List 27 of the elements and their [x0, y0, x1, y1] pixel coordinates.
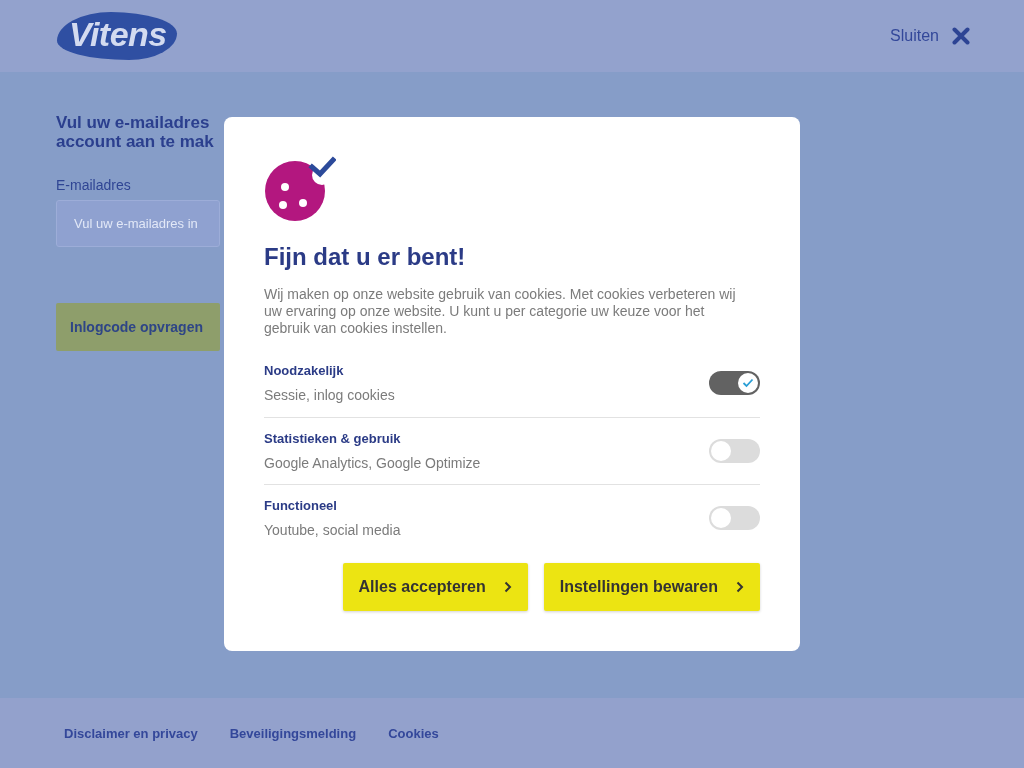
request-code-button[interactable]: Inlogcode opvragen [56, 303, 220, 351]
category-description: Google Analytics, Google Optimize [264, 454, 481, 472]
logo[interactable]: Vitens [57, 12, 177, 60]
close-icon [952, 27, 970, 45]
footer-link[interactable]: Beveiligingsmelding [229, 725, 357, 741]
footer-link[interactable]: Disclaimer en privacy [64, 725, 198, 741]
check-icon [742, 378, 754, 388]
category-title: Noodzakelijk [264, 362, 344, 379]
email-input[interactable]: Vul uw e-mailadres in [56, 200, 220, 247]
cookie-check-icon [264, 155, 336, 221]
form-heading: Vul uw e-mailadres account aan te mak [56, 113, 214, 151]
close-button[interactable]: Sluiten [890, 27, 970, 45]
category-title: Statistieken & gebruik [264, 429, 401, 447]
save-settings-button[interactable]: Instellingen bewaren [543, 563, 760, 611]
chevron-right-icon [503, 581, 512, 593]
toggle-switch[interactable] [709, 505, 760, 530]
footer-link[interactable]: Cookies [388, 725, 439, 741]
dialog-text: Wij maken op onze website gebruik van cookies. Met cookies verbeteren wij uw ervaring op onze website. U kunt u per categorie uw keuze voor het gebruik van cookies instellen. [264, 286, 737, 337]
category-title: Functioneel [264, 496, 337, 514]
toggle-switch[interactable] [709, 371, 760, 395]
category-description: Sessie, inlog cookies [264, 387, 395, 404]
accept-all-button[interactable]: Alles accepteren [342, 563, 528, 611]
field-label: E-mailadres [56, 177, 131, 193]
dialog-title: Fijn dat u er bent! [264, 243, 466, 271]
chevron-right-icon [736, 581, 744, 593]
toggle-switch[interactable] [709, 438, 760, 463]
category-description: Youtube, social media [264, 521, 401, 539]
